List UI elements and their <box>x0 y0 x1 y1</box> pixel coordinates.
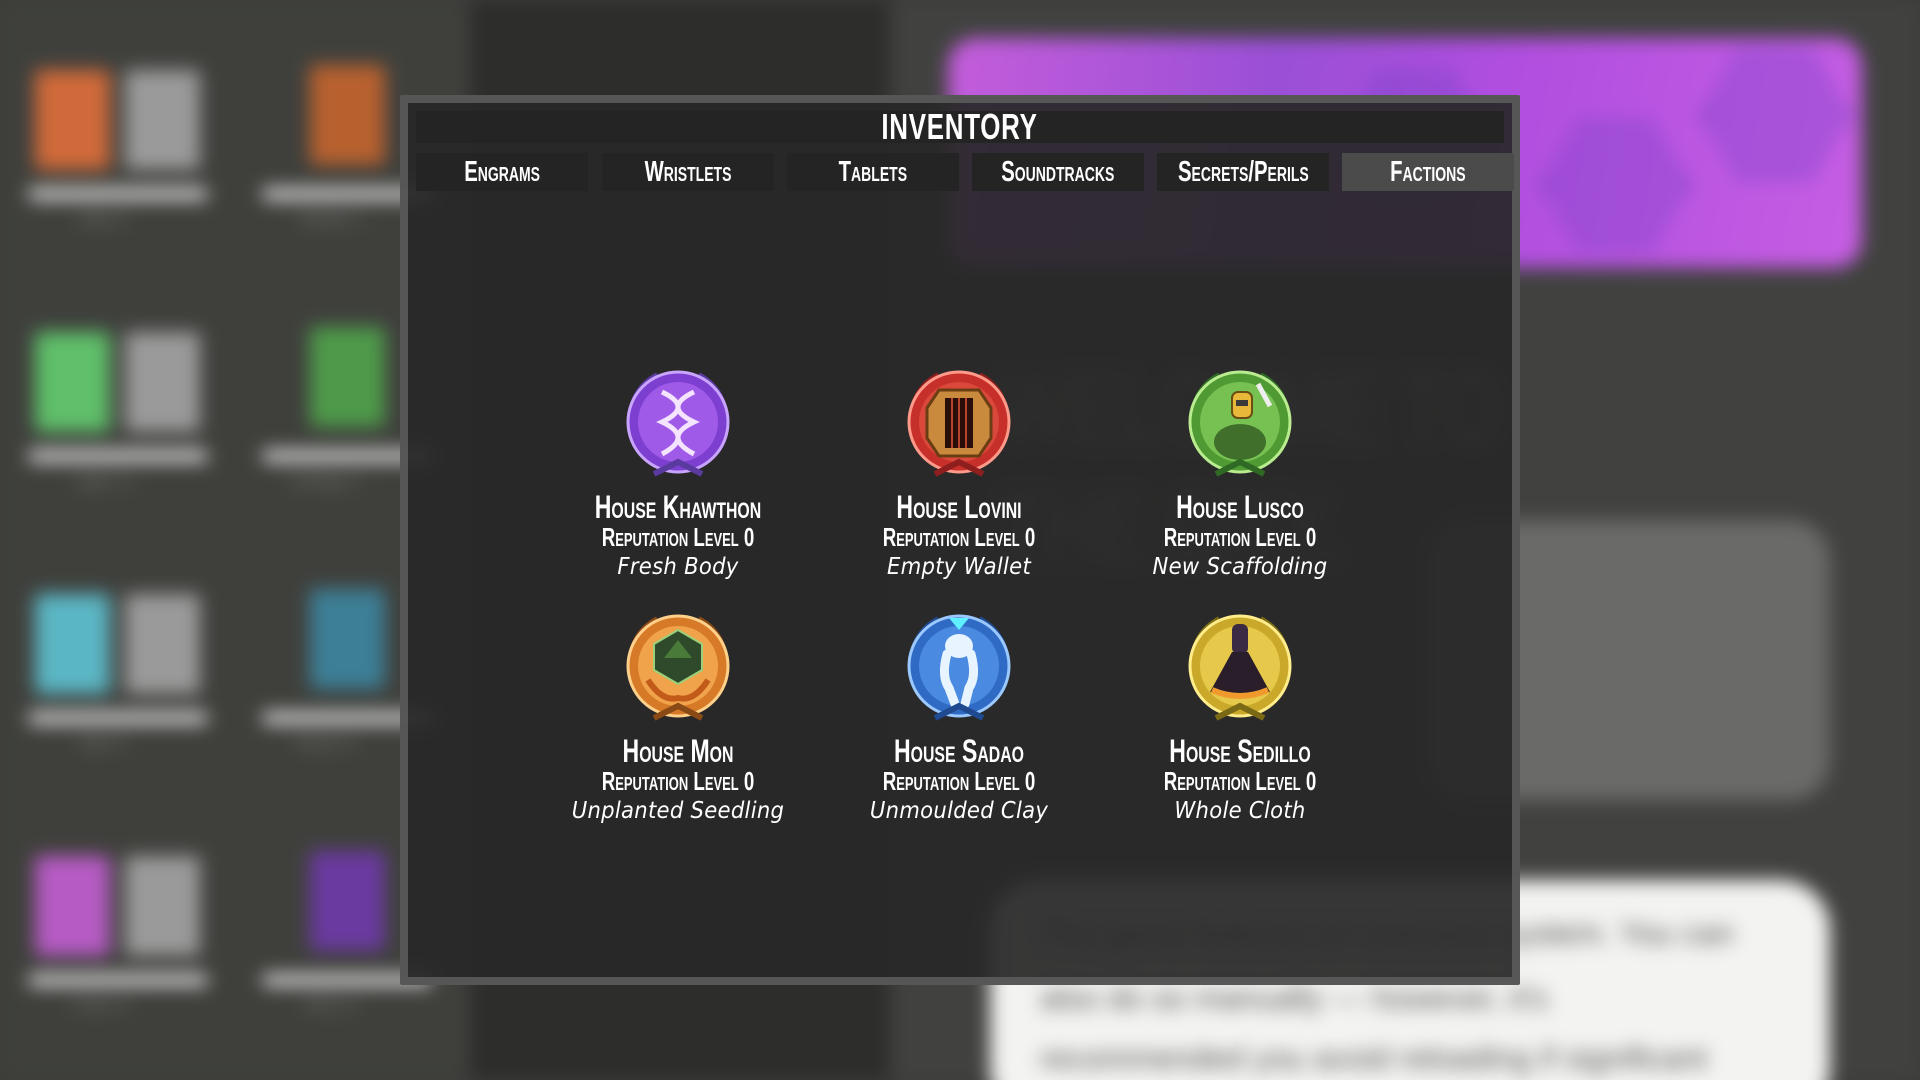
faction-mon[interactable]: House Mon Reputation Level 0 Unplanted S… <box>548 606 808 826</box>
faction-lovini[interactable]: House Lovini Reputation Level 0 Empty Wa… <box>829 362 1089 582</box>
stat-card-slot <box>125 594 200 694</box>
tab-label: Engrams <box>464 155 540 188</box>
stat-label: Clamor: 0 <box>295 734 356 750</box>
story-text-line: recommended you avoid reloading if signi… <box>1040 1040 1708 1076</box>
faction-name: House Khawthon <box>594 489 762 525</box>
stat-label: Charm: 0 <box>72 996 130 1012</box>
stat-bar <box>28 188 208 200</box>
tab-label: Factions <box>1390 155 1466 188</box>
stat-bar <box>28 712 208 724</box>
stat-card-art <box>35 594 110 694</box>
dna-figure-icon <box>614 362 742 490</box>
faction-boon: Empty Wallet <box>886 554 1032 580</box>
faction-name: House Lovini <box>896 489 1022 525</box>
tab-tablets[interactable]: Tablets <box>787 153 959 191</box>
faction-name: House Sedillo <box>1169 733 1311 769</box>
stat-label: Vigour: 0 <box>75 472 131 488</box>
faction-name: House Mon <box>622 733 734 769</box>
inventory-panel: Inventory Engrams Wristlets Tablets Soun… <box>400 95 1520 985</box>
faction-reputation: Reputation Level 0 <box>1163 522 1317 552</box>
stat-card-art <box>310 589 385 689</box>
tab-wristlets[interactable]: Wristlets <box>602 153 774 191</box>
tab-label: Wristlets <box>644 155 732 188</box>
faction-name: House Lusco <box>1176 489 1304 525</box>
tab-factions[interactable]: Factions <box>1342 153 1514 191</box>
stat-card-art <box>310 327 385 427</box>
faction-reputation: Reputation Level 0 <box>882 766 1036 796</box>
tab-soundtracks[interactable]: Soundtracks <box>972 153 1144 191</box>
faction-lusco[interactable]: House Lusco Reputation Level 0 New Scaff… <box>1110 362 1370 582</box>
inventory-title: Inventory <box>881 106 1039 147</box>
faction-reputation: Reputation Level 0 <box>601 766 755 796</box>
faction-khawthon[interactable]: House Khawthon Reputation Level 0 Fresh … <box>548 362 808 582</box>
faction-sadao[interactable]: House Sadao Reputation Level 0 Unmoulded… <box>829 606 1089 826</box>
stat-label: Mind: 0 <box>80 734 126 750</box>
tab-label: Soundtracks <box>1001 155 1115 188</box>
faction-reputation: Reputation Level 0 <box>882 522 1036 552</box>
faction-boon: New Scaffolding <box>1152 554 1328 580</box>
tab-engrams[interactable]: Engrams <box>416 153 588 191</box>
stat-label: Worry: 0 <box>305 996 358 1012</box>
worker-icon <box>1176 362 1304 490</box>
cage-icon <box>895 362 1023 490</box>
stat-card-art <box>310 65 385 165</box>
clay-figure-icon <box>895 606 1023 734</box>
stat-card-art <box>35 856 110 956</box>
tab-label: Secrets/Perils <box>1177 155 1309 188</box>
faction-sedillo[interactable]: House Sedillo Reputation Level 0 Whole C… <box>1110 606 1370 826</box>
stat-label: Melody: 0 <box>300 210 361 226</box>
faction-boon: Whole Cloth <box>1174 798 1306 824</box>
inventory-title-bar: Inventory <box>416 106 1504 147</box>
stat-label: Body: 0 <box>80 210 128 226</box>
faction-boon: Fresh Body <box>617 554 739 580</box>
stat-card-slot <box>125 856 200 956</box>
tab-secrets-perils[interactable]: Secrets/Perils <box>1157 153 1329 191</box>
tab-label: Tablets <box>838 155 908 188</box>
faction-boon: Unmoulded Clay <box>869 798 1049 824</box>
game-screen: Body: 0 Vigour: 0 Mind: 0 Charm: 0 Melod… <box>0 0 1920 1080</box>
stat-card-slot <box>125 70 200 170</box>
faction-reputation: Reputation Level 0 <box>1163 766 1317 796</box>
faction-boon: Unplanted Seedling <box>571 798 785 824</box>
faction-name: House Sadao <box>894 733 1024 769</box>
stat-label: Lethargy: 0 <box>290 472 361 488</box>
faction-reputation: Reputation Level 0 <box>601 522 755 552</box>
stat-card-art <box>35 70 110 170</box>
stat-card-slot <box>125 332 200 432</box>
stat-card-art <box>310 851 385 951</box>
stat-bar <box>28 974 208 986</box>
story-text-line: also do so manually — however, it's <box>1040 980 1548 1016</box>
stat-card-art <box>35 332 110 432</box>
seed-hands-icon <box>614 606 742 734</box>
stat-bar <box>28 450 208 462</box>
dress-icon <box>1176 606 1304 734</box>
